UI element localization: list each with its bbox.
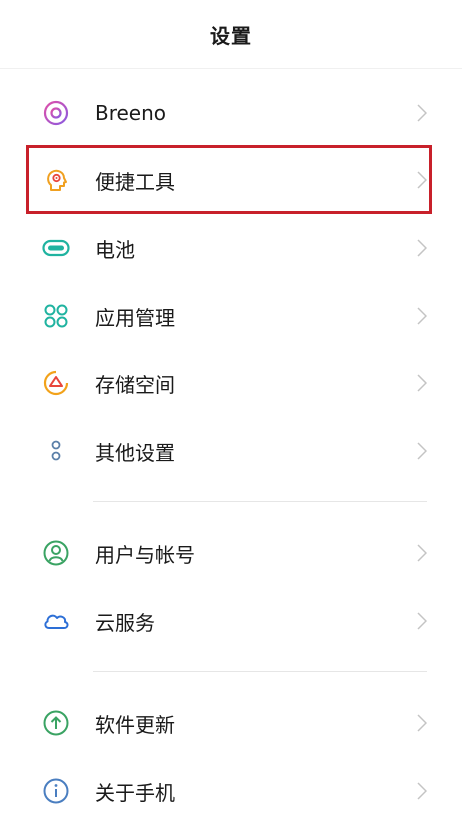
settings-item-app-management[interactable]: 应用管理 [0, 288, 462, 344]
settings-item-label: 其他设置 [95, 440, 175, 465]
settings-item-breeno[interactable]: Breeno [0, 85, 462, 141]
settings-item-storage[interactable]: 存储空间 [0, 355, 462, 411]
chevron-right-icon [414, 779, 430, 803]
cloud-icon [42, 607, 70, 635]
settings-item-software-update[interactable]: 软件更新 [0, 695, 462, 751]
settings-item-about-phone[interactable]: 关于手机 [0, 763, 462, 819]
user-account-icon [42, 539, 70, 567]
battery-icon [42, 234, 70, 262]
settings-item-label: 电池 [95, 237, 135, 262]
chevron-right-icon [414, 236, 430, 260]
chevron-right-icon [414, 439, 430, 463]
chevron-right-icon [414, 371, 430, 395]
settings-item-other[interactable]: 其他设置 [0, 423, 462, 479]
chevron-right-icon [414, 711, 430, 735]
highlight-box [26, 145, 432, 214]
settings-item-label: 软件更新 [95, 712, 175, 737]
settings-item-label: 应用管理 [95, 305, 175, 330]
settings-item-label: 存储空间 [95, 372, 175, 397]
other-settings-icon [42, 437, 70, 465]
settings-item-label: 关于手机 [95, 780, 175, 805]
chevron-right-icon [414, 609, 430, 633]
page-title: 设置 [210, 23, 252, 48]
storage-icon [42, 369, 70, 397]
breeno-icon [42, 99, 70, 127]
section-divider [93, 671, 427, 672]
settings-item-label: 用户与帐号 [95, 542, 195, 567]
chevron-right-icon [414, 541, 430, 565]
settings-item-label: Breeno [95, 101, 167, 125]
settings-item-cloud[interactable]: 云服务 [0, 593, 462, 649]
section-divider [93, 501, 427, 502]
settings-item-label: 云服务 [95, 610, 155, 635]
settings-item-battery[interactable]: 电池 [0, 220, 462, 276]
chevron-right-icon [414, 101, 430, 125]
settings-item-user-account[interactable]: 用户与帐号 [0, 525, 462, 581]
app-management-icon [42, 302, 70, 330]
about-phone-icon [42, 777, 70, 805]
page-header: 设置 [0, 0, 462, 69]
chevron-right-icon [414, 304, 430, 328]
software-update-icon [42, 709, 70, 737]
